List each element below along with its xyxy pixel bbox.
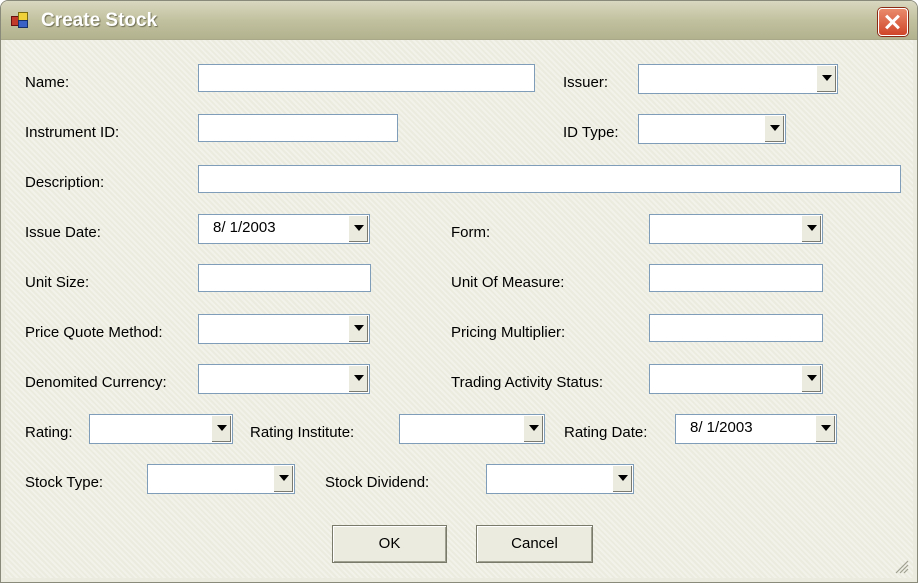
- price-quote-method-label: Price Quote Method:: [25, 324, 163, 341]
- chevron-down-icon[interactable]: [348, 216, 368, 242]
- form-label: Form:: [451, 224, 491, 241]
- cancel-button[interactable]: Cancel: [476, 525, 593, 563]
- id-type-label: ID Type:: [563, 124, 619, 141]
- unit-size-label: Unit Size:: [25, 274, 90, 291]
- rating-date-value: 8/ 1/2003: [690, 419, 753, 436]
- chevron-down-icon[interactable]: [612, 466, 632, 492]
- rating-label: Rating:: [25, 424, 73, 441]
- trading-activity-status-label: Trading Activity Status:: [451, 374, 604, 391]
- instrument-id-field[interactable]: [198, 114, 398, 142]
- chevron-down-icon[interactable]: [801, 366, 821, 392]
- stock-dividend-label: Stock Dividend:: [325, 474, 430, 491]
- title-bar[interactable]: Create Stock: [1, 1, 917, 40]
- stock-dividend-select[interactable]: [486, 464, 634, 494]
- unit-of-measure-label: Unit Of Measure:: [451, 274, 565, 291]
- rating-institute-label: Rating Institute:: [250, 424, 355, 441]
- pricing-multiplier-field[interactable]: [649, 314, 823, 342]
- ok-button[interactable]: OK: [332, 525, 447, 563]
- id-type-select[interactable]: [638, 114, 786, 144]
- unit-size-field[interactable]: [198, 264, 371, 292]
- description-field[interactable]: [198, 165, 901, 193]
- app-icon: [11, 12, 29, 28]
- rating-date-picker[interactable]: 8/ 1/2003: [675, 414, 837, 444]
- issue-date-label: Issue Date:: [25, 224, 101, 241]
- close-icon[interactable]: [878, 8, 908, 36]
- issuer-label: Issuer:: [563, 74, 609, 91]
- stock-type-select[interactable]: [147, 464, 295, 494]
- chevron-down-icon[interactable]: [273, 466, 293, 492]
- chevron-down-icon[interactable]: [523, 416, 543, 442]
- issue-date-picker[interactable]: 8/ 1/2003: [198, 214, 370, 244]
- pricing-multiplier-label: Pricing Multiplier:: [451, 324, 566, 341]
- window-title: Create Stock: [41, 10, 158, 31]
- chevron-down-icon[interactable]: [764, 116, 784, 142]
- rating-select[interactable]: [89, 414, 233, 444]
- chevron-down-icon[interactable]: [815, 416, 835, 442]
- resize-grip-icon[interactable]: [893, 558, 909, 574]
- unit-of-measure-field[interactable]: [649, 264, 823, 292]
- issue-date-value: 8/ 1/2003: [213, 219, 276, 236]
- denominated-currency-select[interactable]: [198, 364, 370, 394]
- name-label: Name:: [25, 74, 70, 91]
- form-select[interactable]: [649, 214, 823, 244]
- chevron-down-icon[interactable]: [801, 216, 821, 242]
- chevron-down-icon[interactable]: [348, 366, 368, 392]
- description-label: Description:: [25, 174, 105, 191]
- chevron-down-icon[interactable]: [211, 416, 231, 442]
- issuer-select[interactable]: [638, 64, 838, 94]
- price-quote-method-select[interactable]: [198, 314, 370, 344]
- denominated-currency-label: Denomited Currency:: [25, 374, 167, 391]
- chevron-down-icon[interactable]: [348, 316, 368, 342]
- form-area: Name: Issuer: Instrument ID: ID Type: De…: [5, 40, 913, 578]
- instrument-id-label: Instrument ID:: [25, 124, 120, 141]
- rating-date-label: Rating Date:: [564, 424, 648, 441]
- rating-institute-select[interactable]: [399, 414, 545, 444]
- create-stock-dialog: Create Stock Name: Issuer: Instrument ID…: [0, 0, 918, 583]
- chevron-down-icon[interactable]: [816, 66, 836, 92]
- trading-activity-status-select[interactable]: [649, 364, 823, 394]
- stock-type-label: Stock Type:: [25, 474, 104, 491]
- name-field[interactable]: [198, 64, 535, 92]
